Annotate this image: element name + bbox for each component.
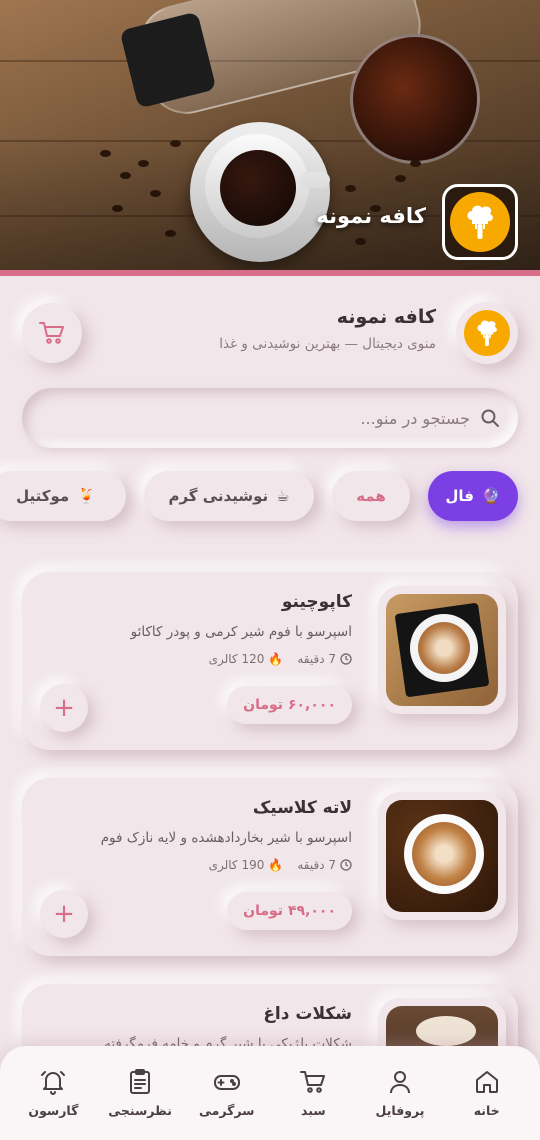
- product-image: [378, 792, 506, 920]
- prep-time: 7 دقیقه: [297, 652, 336, 666]
- product-meta: 7 دقیقه 🔥 120 کالری: [209, 652, 352, 666]
- nav-item-home[interactable]: خانه: [447, 1069, 527, 1118]
- nav-label: سرگرمی: [198, 1102, 255, 1118]
- hero-divider: [0, 270, 540, 276]
- plus-icon: +: [53, 693, 75, 723]
- nav-label: پروفایل: [375, 1102, 425, 1118]
- page-title: کافه نمونه: [336, 306, 436, 328]
- flame-icon: 🔥: [268, 652, 284, 666]
- search-icon: [481, 409, 499, 427]
- bottom-nav: خانه پروفایل سبد سرگرمی نظرسنجی گارسون: [0, 1046, 540, 1140]
- nav-item-survey[interactable]: نظرسنجی: [100, 1068, 180, 1118]
- page-subtitle: منوی دیجیتال — بهترین نوشیدنی و غذا: [219, 336, 436, 352]
- calories: 120 کالری: [208, 652, 265, 666]
- price-badge: ۴۹,۰۰۰ تومان: [227, 892, 352, 930]
- nav-item-waiter[interactable]: گارسون: [13, 1069, 93, 1118]
- nav-item-cart[interactable]: سبد: [273, 1069, 353, 1118]
- cocktail-icon: 🍹: [77, 487, 96, 505]
- category-chip-hot-drinks[interactable]: ☕ نوشیدنی گرم: [144, 471, 314, 521]
- product-image: [378, 586, 506, 714]
- hero-title: کافه نمونه: [316, 204, 426, 228]
- nav-label: گارسون: [28, 1102, 79, 1118]
- prep-time: 7 دقیقه: [297, 858, 336, 872]
- chef-logo-icon: [450, 192, 510, 252]
- header-logo: [456, 302, 518, 364]
- add-to-cart-button[interactable]: +: [40, 890, 88, 938]
- category-chip-mocktail[interactable]: 🍹 موکتیل: [0, 471, 126, 521]
- nav-label: نظرسنجی: [108, 1102, 172, 1118]
- hot-drink-icon: ☕: [276, 487, 290, 505]
- calories: 190 کالری: [208, 858, 265, 872]
- user-icon: [390, 1070, 411, 1093]
- search-input[interactable]: [40, 408, 470, 428]
- chef-logo-icon: [464, 310, 510, 356]
- clock-icon: [340, 653, 352, 665]
- bell-icon: [41, 1070, 66, 1095]
- gamepad-icon: [213, 1074, 240, 1090]
- home-icon: [475, 1070, 498, 1093]
- flame-icon: 🔥: [268, 858, 284, 872]
- product-card-latte[interactable]: لاته کلاسیک اسپرسو با شیر بخاردادهشده و …: [22, 778, 518, 956]
- hero-logo: [442, 184, 518, 260]
- search-bar[interactable]: [22, 388, 518, 448]
- nav-item-games[interactable]: سرگرمی: [187, 1069, 267, 1118]
- nav-item-profile[interactable]: پروفایل: [360, 1069, 440, 1118]
- category-chip-label: نوشیدنی گرم: [168, 487, 269, 505]
- product-card-cappuccino[interactable]: کاپوچینو اسپرسو با فوم شیر کرمی و پودر ک…: [22, 572, 518, 750]
- category-chip-label: همه: [356, 487, 386, 505]
- product-title: لاته کلاسیک: [252, 798, 352, 818]
- plus-icon: +: [53, 899, 75, 929]
- category-chip-label: فال: [445, 487, 474, 505]
- nav-label: سبد: [301, 1102, 326, 1118]
- product-description: اسپرسو با شیر بخاردادهشده و لایه نازک فو…: [100, 830, 352, 846]
- price-badge: ۶۰,۰۰۰ تومان: [227, 686, 352, 724]
- category-chip-label: موکتیل: [16, 487, 70, 505]
- category-chip-fal[interactable]: 🔮 فال: [428, 471, 518, 521]
- product-title: شکلات داغ: [263, 1004, 352, 1024]
- clipboard-icon: [130, 1068, 151, 1094]
- cart-button[interactable]: [22, 303, 82, 363]
- product-title: کاپوچینو: [281, 592, 352, 612]
- cart-icon: [39, 322, 64, 344]
- clock-icon: [340, 859, 352, 871]
- crystal-ball-icon: 🔮: [481, 487, 501, 505]
- cart-icon: [300, 1070, 326, 1093]
- category-chip-all[interactable]: همه: [332, 471, 410, 521]
- add-to-cart-button[interactable]: +: [40, 684, 88, 732]
- nav-label: خانه: [473, 1102, 500, 1118]
- product-description: اسپرسو با فوم شیر کرمی و پودر کاکائو: [130, 624, 352, 640]
- product-meta: 7 دقیقه 🔥 190 کالری: [209, 858, 352, 872]
